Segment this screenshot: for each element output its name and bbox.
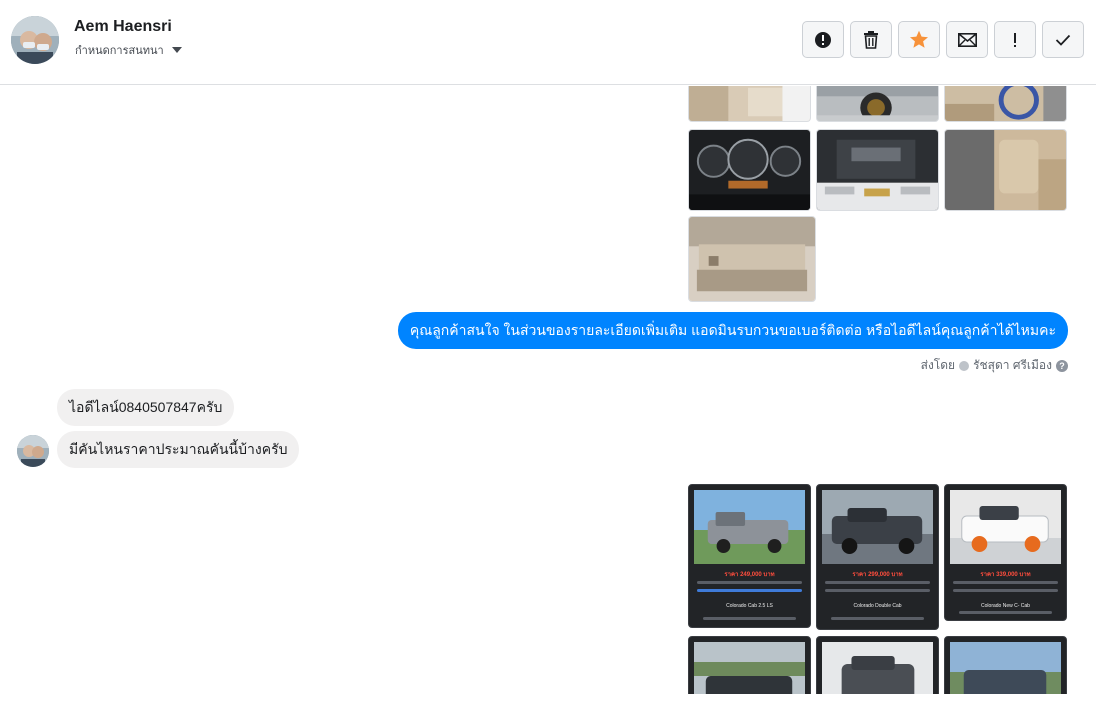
promo-detail-line — [959, 611, 1052, 614]
agent-status-icon — [959, 360, 970, 371]
mark-unread-button[interactable] — [946, 21, 988, 58]
assign-label: กำหนดการสนทนา — [75, 45, 164, 57]
sent-by-prefix: ส่งโดย — [920, 358, 956, 372]
star-button[interactable] — [898, 21, 940, 58]
promo-model: Colorado Cab 2.5 LS — [726, 603, 773, 609]
sent-by-name[interactable]: รัชสุดา ศรีเมือง — [973, 356, 1052, 375]
promo-detail-line — [825, 581, 930, 584]
promo-price: ราคา 299,000 บาท — [852, 572, 903, 578]
car-photo-front-seats[interactable] — [944, 129, 1067, 211]
promo-detail-line — [697, 581, 802, 584]
car-photo-interior-door[interactable] — [688, 86, 811, 122]
star-icon — [910, 30, 928, 48]
contact-avatar-small[interactable] — [17, 435, 49, 467]
trash-icon — [864, 30, 878, 49]
exclamation-icon — [1014, 32, 1016, 47]
car-promo-photo — [822, 490, 933, 564]
incoming-message-bubble[interactable]: มีคันไหนราคาประมาณคันนี้บ้างครับ — [57, 431, 300, 468]
conversation-header: Aem Haensri กำหนดการสนทนา — [0, 0, 1096, 85]
promo-detail-line — [825, 589, 930, 592]
promo-price: ราคา 339,000 บาท — [980, 572, 1031, 578]
promo-price: ราคา 249,000 บาท — [724, 572, 775, 578]
car-photo-rear-seat[interactable] — [688, 216, 816, 302]
car-promo-photo — [950, 642, 1061, 694]
car-photo-dashboard[interactable] — [688, 129, 811, 211]
promo-detail-line — [697, 589, 802, 592]
envelope-icon — [957, 32, 977, 47]
contact-name[interactable]: Aem Haensri — [74, 18, 172, 36]
car-promo-image[interactable] — [944, 636, 1067, 694]
contact-avatar[interactable] — [11, 16, 59, 64]
header-actions — [802, 21, 1084, 58]
car-promo-image[interactable]: ราคา 249,000 บาท Colorado Cab 2.5 LS — [688, 484, 811, 628]
car-photo-steering[interactable] — [944, 86, 1067, 122]
mark-done-button[interactable] — [1042, 21, 1084, 58]
outgoing-message-bubble[interactable]: คุณลูกค้าสนใจ ในส่วนของรายละเอียดเพิ่มเต… — [397, 312, 1068, 349]
car-promo-photo — [694, 642, 805, 694]
car-promo-image[interactable] — [688, 636, 811, 694]
car-promo-photo — [822, 642, 933, 694]
car-promo-image[interactable]: ราคา 299,000 บาท Colorado Double Cab — [816, 484, 939, 630]
follow-up-button[interactable] — [994, 21, 1036, 58]
promo-detail-line — [703, 617, 796, 620]
car-photo-wheel[interactable] — [816, 86, 939, 122]
report-spam-button[interactable] — [802, 21, 844, 58]
promo-model: Colorado Double Cab — [853, 603, 902, 609]
car-promo-photo — [694, 490, 805, 564]
car-promo-image[interactable]: ราคา 339,000 บาท Colorado New C- Cab — [944, 484, 1067, 621]
promo-detail-line — [953, 589, 1058, 592]
check-icon — [1055, 34, 1071, 46]
promo-detail-line — [953, 581, 1058, 584]
car-promo-image[interactable] — [816, 636, 939, 694]
car-photo-engine[interactable] — [816, 129, 939, 211]
help-icon[interactable]: ? — [1056, 359, 1068, 372]
caret-down-icon — [171, 47, 182, 53]
car-promo-photo — [950, 490, 1061, 564]
messenger-inbox: Aem Haensri กำหนดการสนทนา คุณลูกค้าสนใจ … — [0, 0, 1096, 706]
alert-circle-icon — [815, 31, 831, 48]
promo-detail-line — [831, 617, 924, 620]
delete-button[interactable] — [850, 21, 892, 58]
message-thread[interactable]: คุณลูกค้าสนใจ ในส่วนของรายละเอียดเพิ่มเต… — [0, 86, 1096, 694]
promo-model: Colorado New C- Cab — [981, 603, 1030, 609]
sent-by-info: ส่งโดย รัชสุดา ศรีเมือง ? — [921, 356, 1068, 375]
assign-conversation-dropdown[interactable]: กำหนดการสนทนา — [75, 41, 182, 59]
incoming-message-bubble[interactable]: ไอดีไลน์0840507847ครับ — [57, 389, 235, 426]
